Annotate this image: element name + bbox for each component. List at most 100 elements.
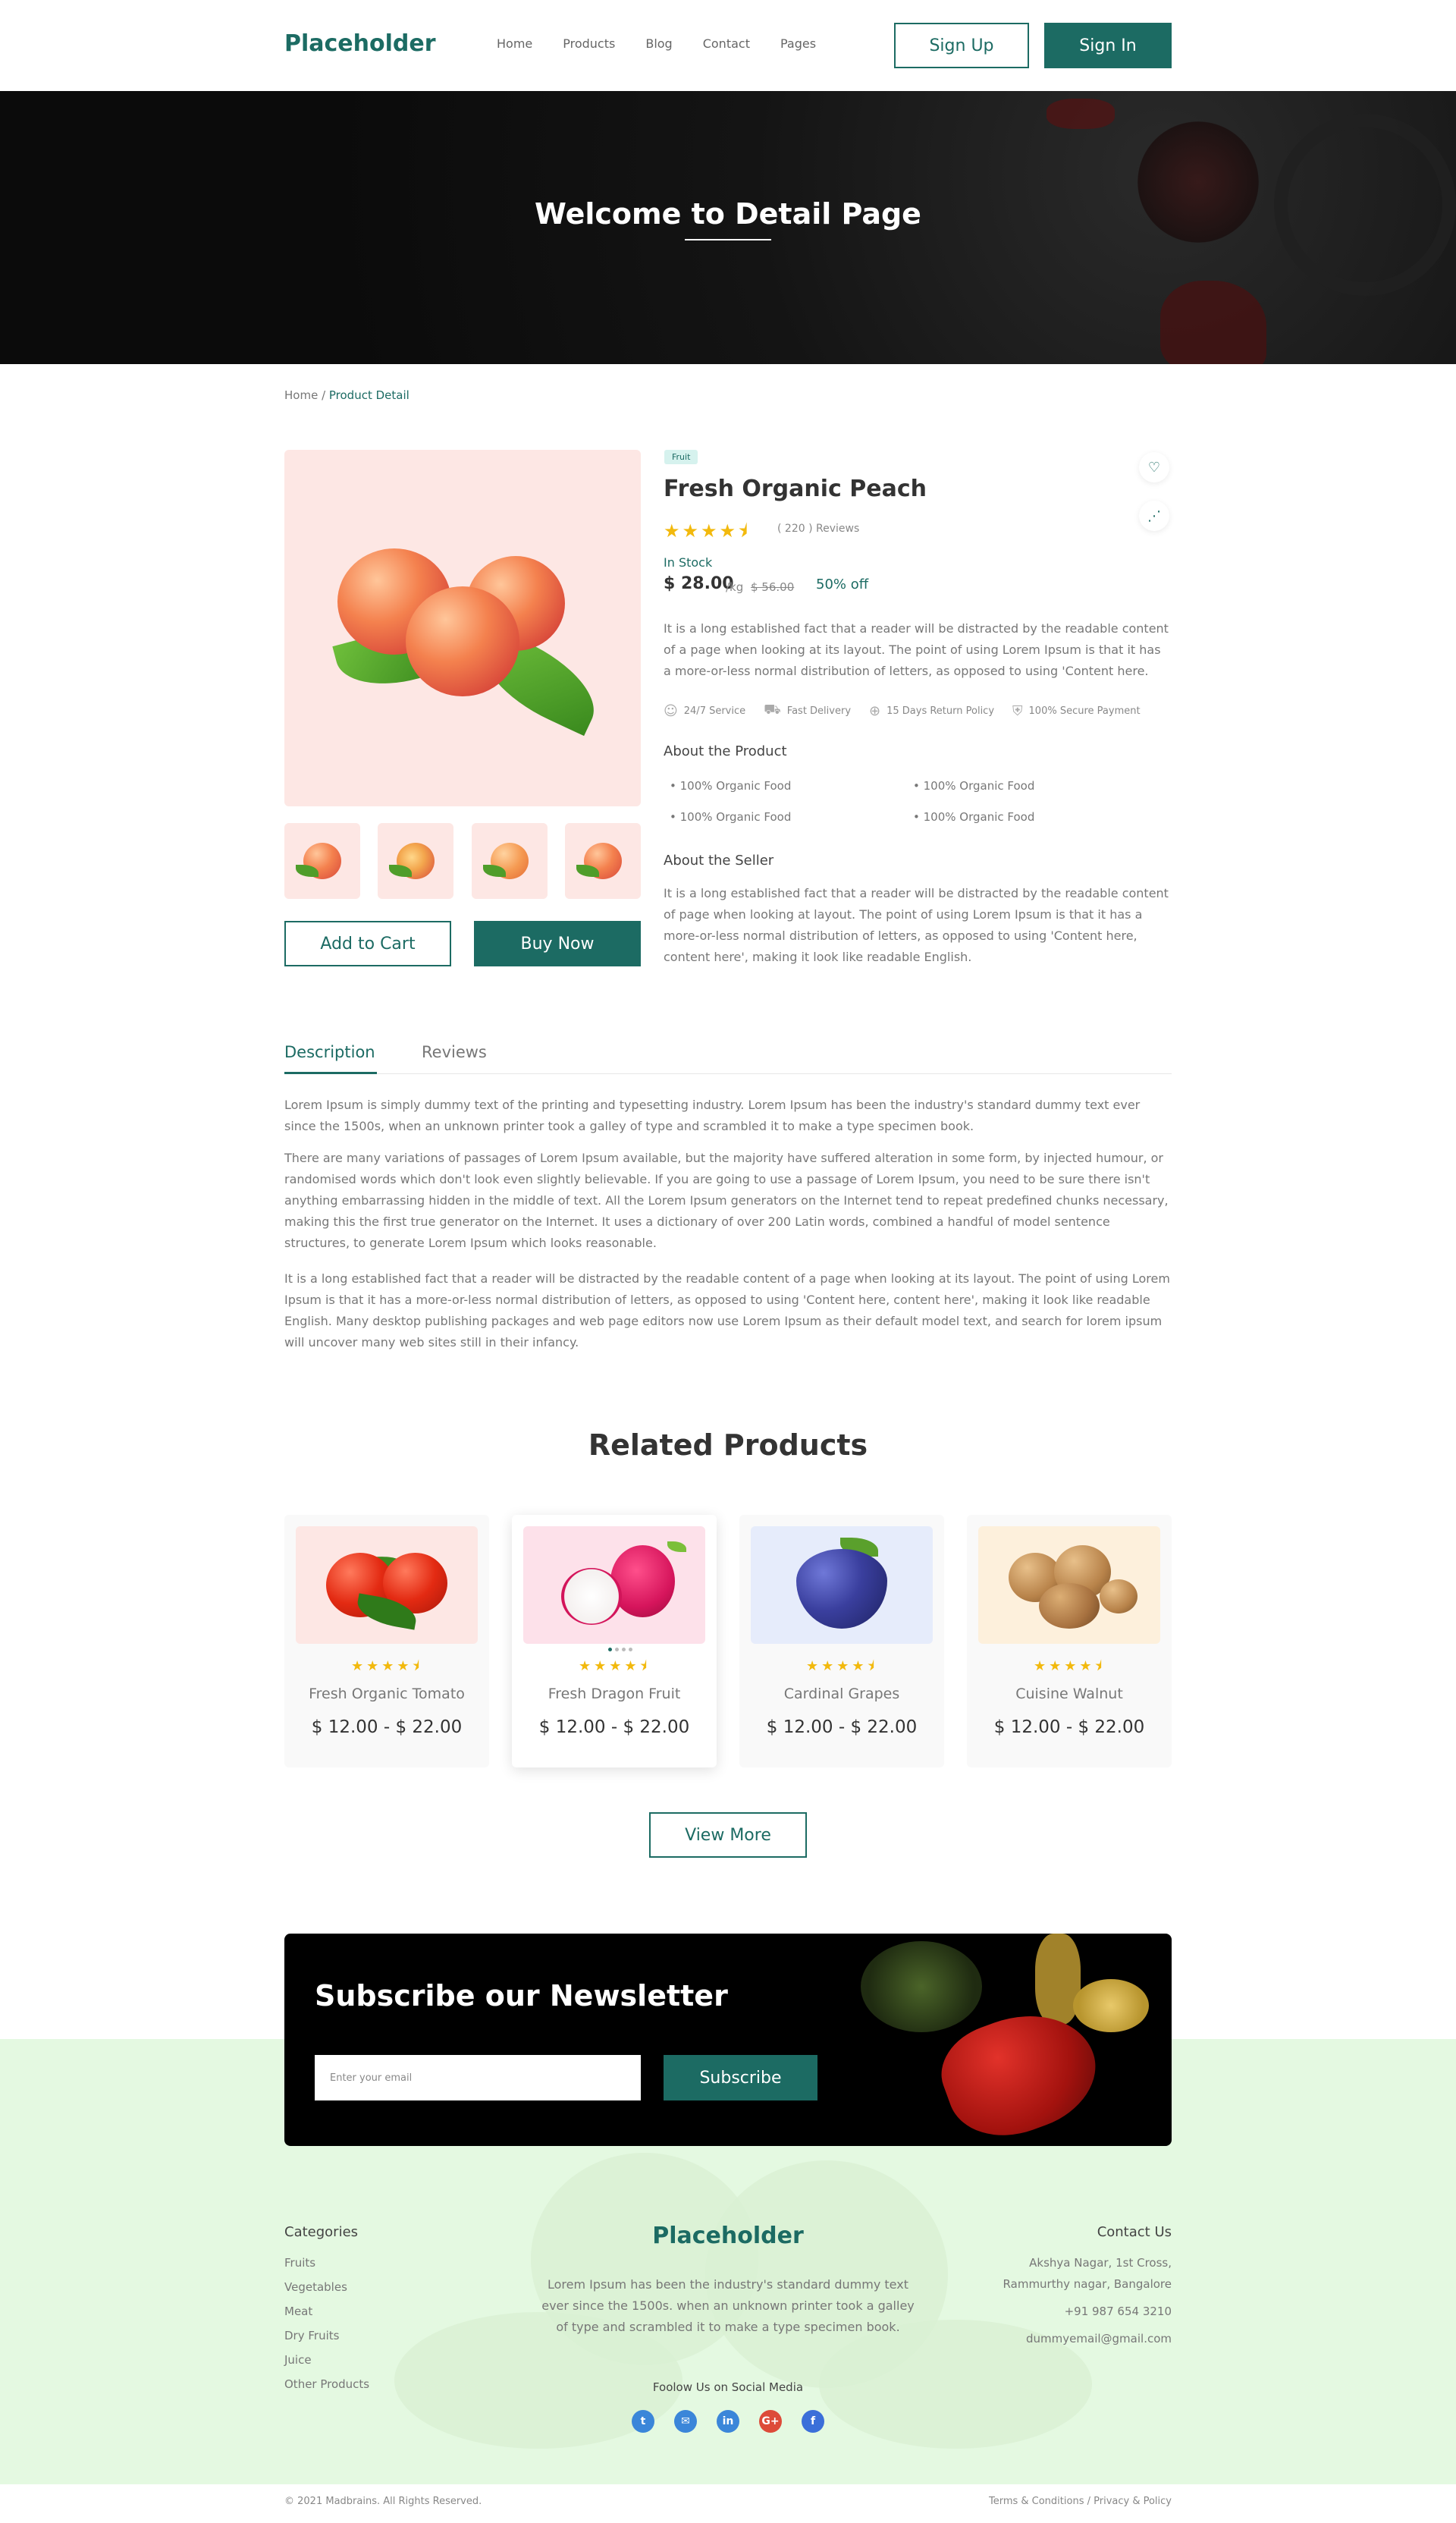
about-seller-heading: About the Seller: [664, 853, 774, 869]
add-to-cart-button[interactable]: Add to Cart: [284, 921, 451, 966]
grapes: [796, 1549, 887, 1629]
about-product-item: • 100% Organic Food: [670, 779, 792, 793]
feature-item: ☺ 24/7 Service: [664, 702, 745, 720]
footer-description: Lorem Ipsum has been the industry's stan…: [541, 2277, 915, 2334]
contact-email[interactable]: dummyemail@gmail.com: [1026, 2332, 1172, 2345]
price: $ 28.00: [664, 574, 734, 593]
carousel-dot[interactable]: [615, 1648, 619, 1651]
dragon-fruit-half: [561, 1568, 622, 1625]
nav-home[interactable]: Home: [497, 36, 532, 51]
product-card[interactable]: ★★★★⯨ Cardinal Grapes $ 12.00 - $ 22.00: [739, 1515, 944, 1767]
view-more-button[interactable]: View More: [649, 1812, 807, 1858]
google-plus-icon[interactable]: G+: [759, 2410, 782, 2433]
tab-reviews[interactable]: Reviews: [422, 1043, 487, 1061]
contact-phone[interactable]: +91 987 654 3210: [1065, 2305, 1172, 2318]
product-card[interactable]: ★★★★⯨ Fresh Dragon Fruit $ 12.00 - $ 22.…: [512, 1515, 717, 1767]
nav-blog[interactable]: Blog: [645, 36, 672, 51]
feature-label: 15 Days Return Policy: [886, 705, 995, 717]
subscribe-button[interactable]: Subscribe: [664, 2055, 817, 2100]
review-count[interactable]: ( 220 ) Reviews: [777, 523, 859, 535]
carousel-dot[interactable]: [622, 1648, 626, 1651]
legal-separator: /: [1084, 2496, 1094, 2507]
product-card-price: $ 12.00 - $ 22.00: [538, 1717, 690, 1737]
mail-icon[interactable]: ✉: [674, 2410, 697, 2433]
product-thumbnail[interactable]: [284, 823, 360, 899]
product-card-name[interactable]: Cuisine Walnut: [967, 1686, 1172, 1702]
product-card-name[interactable]: Fresh Organic Tomato: [284, 1686, 489, 1702]
walnut: [1100, 1579, 1138, 1613]
description-paragraph: There are many variations of passages of…: [284, 1151, 1169, 1250]
facebook-icon[interactable]: f: [802, 2410, 824, 2433]
category-link-dry-fruits[interactable]: Dry Fruits: [284, 2329, 339, 2342]
tabs-divider: [284, 1073, 1172, 1074]
hero-title: Welcome to Detail Page: [535, 197, 921, 231]
heart-icon: ♡: [1147, 459, 1161, 476]
carousel-dot[interactable]: [608, 1648, 612, 1651]
about-product-heading: About the Product: [664, 743, 787, 759]
nav-contact[interactable]: Contact: [703, 36, 750, 51]
hero-decor: [1046, 99, 1115, 129]
footer-logo[interactable]: Placeholder: [0, 2223, 1456, 2249]
breadcrumb-current: Product Detail: [328, 388, 410, 402]
share-button[interactable]: ⋰: [1139, 501, 1169, 531]
delivery-icon: ⛟: [764, 702, 781, 718]
buy-now-button[interactable]: Buy Now: [474, 921, 641, 966]
category-link-juice[interactable]: Juice: [284, 2353, 312, 2367]
logo[interactable]: Placeholder: [284, 30, 436, 57]
product-card-image: [978, 1526, 1160, 1644]
twitter-icon[interactable]: t: [632, 2410, 654, 2433]
privacy-link[interactable]: Privacy & Policy: [1094, 2496, 1172, 2507]
linkedin-icon[interactable]: in: [717, 2410, 739, 2433]
category-tag: Fruit: [664, 450, 698, 464]
product-thumbnail[interactable]: [472, 823, 548, 899]
carousel-dot[interactable]: [629, 1648, 632, 1651]
newsletter-decor: [861, 1941, 982, 2032]
related-products-heading: Related Products: [588, 1428, 868, 1462]
hero-banner: Welcome to Detail Page: [0, 91, 1456, 364]
product-card-name[interactable]: Fresh Dragon Fruit: [512, 1686, 717, 1702]
carousel-dots[interactable]: [608, 1648, 632, 1651]
product-card[interactable]: ★★★★⯨ Fresh Organic Tomato $ 12.00 - $ 2…: [284, 1515, 489, 1767]
feature-item: ⛟ Fast Delivery: [764, 702, 851, 720]
dragon-fruit-leaf: [667, 1541, 686, 1552]
old-price: $ 56.00: [751, 580, 795, 594]
feature-label: 100% Secure Payment: [1028, 705, 1141, 717]
sign-up-button[interactable]: Sign Up: [894, 23, 1029, 68]
category-link-meat[interactable]: Meat: [284, 2305, 312, 2318]
category-link-vegetables[interactable]: Vegetables: [284, 2280, 347, 2294]
share-icon: ⋰: [1147, 507, 1161, 524]
about-product-item: • 100% Organic Food: [913, 810, 1035, 824]
product-description: It is a long established fact that a rea…: [664, 621, 1169, 678]
stock-status: In Stock: [664, 555, 713, 570]
breadcrumb-home[interactable]: Home: [284, 388, 318, 402]
wishlist-button[interactable]: ♡: [1139, 452, 1169, 482]
category-link-fruits[interactable]: Fruits: [284, 2256, 315, 2270]
newsletter-decor: [1073, 1979, 1149, 2032]
email-field[interactable]: [315, 2055, 641, 2100]
about-seller-text: It is a long established fact that a rea…: [664, 886, 1169, 964]
bottom-bar: [0, 2484, 1456, 2523]
terms-link[interactable]: Terms & Conditions: [989, 2496, 1084, 2507]
newsletter-section: Subscribe our Newsletter Subscribe: [284, 1934, 1172, 2146]
product-main-image: [284, 450, 641, 806]
nav-products[interactable]: Products: [563, 36, 615, 51]
product-card-name[interactable]: Cardinal Grapes: [739, 1686, 944, 1702]
main-nav: Home Products Blog Contact Pages: [497, 36, 816, 51]
nav-pages[interactable]: Pages: [780, 36, 816, 51]
description-paragraph: It is a long established fact that a rea…: [284, 1271, 1170, 1349]
product-card-image: [296, 1526, 478, 1644]
product-card-rating: ★★★★⯨: [578, 1658, 651, 1674]
return-icon: ⊕: [869, 702, 881, 719]
contact-heading: Contact Us: [1097, 2224, 1172, 2240]
discount-badge: 50% off: [816, 577, 869, 592]
site-header: Placeholder Home Products Blog Contact P…: [0, 0, 1456, 91]
about-product-item: • 100% Organic Food: [670, 810, 792, 824]
product-thumbnail[interactable]: [565, 823, 641, 899]
product-card-image: [751, 1526, 933, 1644]
product-rating: ★★★★⯨: [664, 520, 750, 542]
product-thumbnail[interactable]: [378, 823, 453, 899]
tab-description[interactable]: Description: [284, 1043, 375, 1061]
sign-in-button[interactable]: Sign In: [1044, 23, 1172, 68]
hero-decor: [1160, 281, 1266, 364]
product-card[interactable]: ★★★★⯨ Cuisine Walnut $ 12.00 - $ 22.00: [967, 1515, 1172, 1767]
